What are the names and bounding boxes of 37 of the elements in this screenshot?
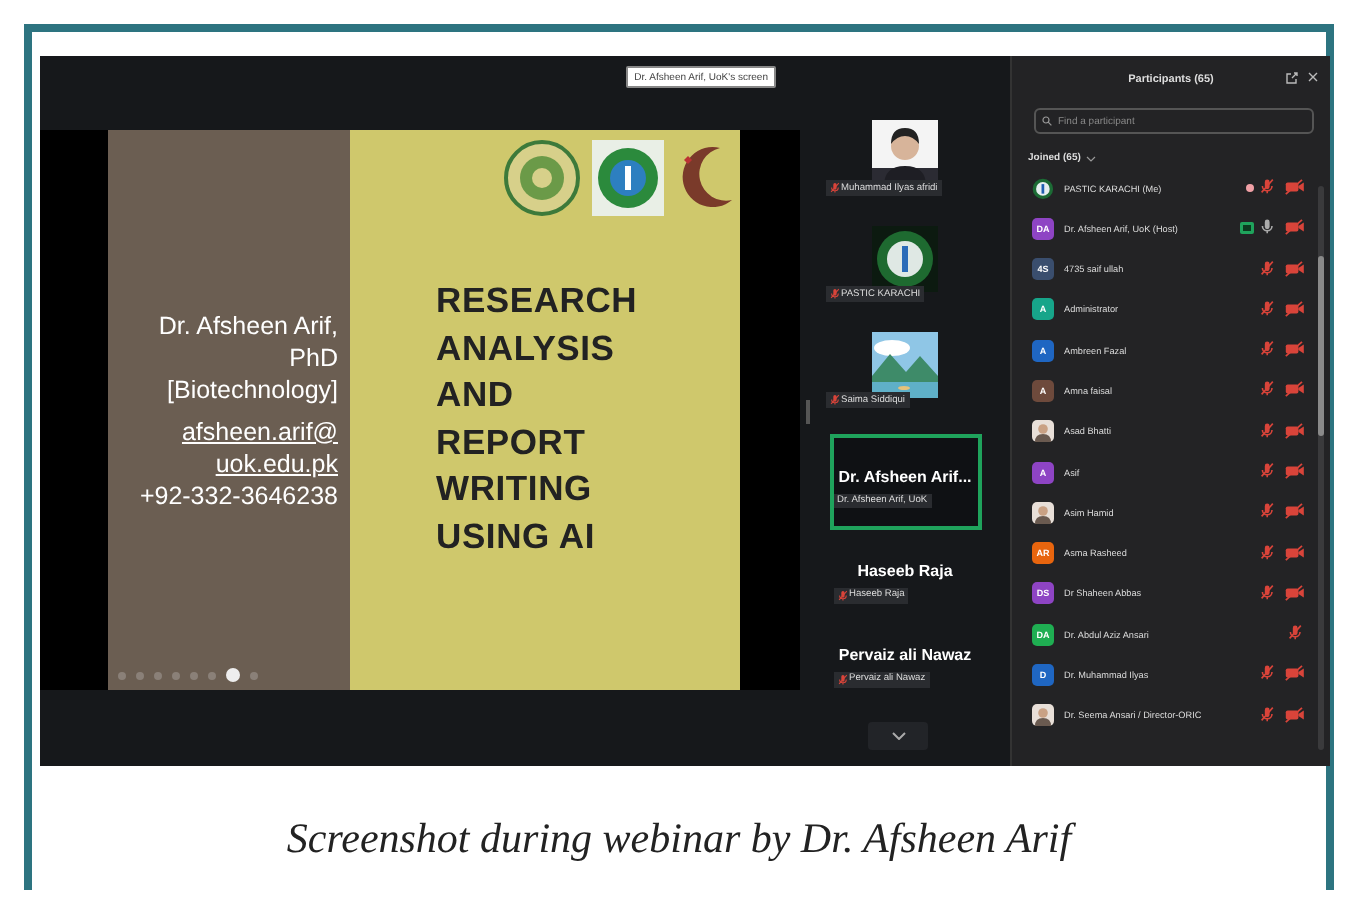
search-icon — [1042, 116, 1052, 126]
phone-number: +92-332-3646238 — [139, 479, 338, 511]
participant-name: Pervaiz ali Nawaz — [838, 645, 972, 663]
close-icon — [1308, 72, 1318, 82]
muted-mic-icon — [829, 394, 839, 406]
microphone-icon — [1260, 218, 1278, 239]
emblem-icon — [592, 140, 664, 216]
scroll-down-button[interactable] — [868, 722, 928, 750]
pop-out-icon — [1286, 72, 1298, 84]
presenter-name-line: Dr. Afsheen Arif, — [158, 309, 338, 341]
avatar-icon — [1032, 501, 1054, 524]
slide-tool-icon — [136, 671, 144, 679]
muted-mic-icon — [837, 673, 847, 685]
presenter-name-line: PhD — [289, 341, 338, 373]
slide-tool-icon — [250, 671, 258, 679]
participant-name: Haseeb Raja — [857, 561, 953, 579]
slide-title: RESEARCH ANALYSIS AND REPORT WRITING USING AI — [436, 278, 640, 559]
slide-tool-icon — [190, 671, 198, 679]
figure-caption: Screenshot during webinar by Dr. Afsheen Arif — [286, 814, 1072, 862]
chevron-down-icon — [1086, 155, 1097, 161]
slide-tool-icon — [208, 671, 216, 679]
muted-mic-icon — [837, 589, 847, 601]
email-link[interactable]: afsheen.arif@ — [181, 415, 338, 447]
emblem-icon — [504, 140, 580, 216]
muted-mic-icon — [829, 288, 839, 300]
avatar-icon — [1032, 704, 1054, 727]
participant-name: Dr. Afsheen Arif... — [838, 468, 972, 486]
email-link[interactable]: uok.edu.pk — [215, 447, 338, 479]
muted-mic-icon — [829, 182, 839, 194]
chevron-down-icon — [891, 732, 905, 740]
slide-tool-icon — [118, 671, 126, 679]
emblem-avatar-icon — [1032, 177, 1054, 200]
slide-tool-icon — [154, 671, 162, 679]
avatar-icon — [1032, 420, 1054, 443]
pointer-icon — [226, 668, 240, 682]
slide-tool-icon — [172, 671, 180, 679]
presenter-name-line: [Biotechnology] — [167, 373, 338, 405]
